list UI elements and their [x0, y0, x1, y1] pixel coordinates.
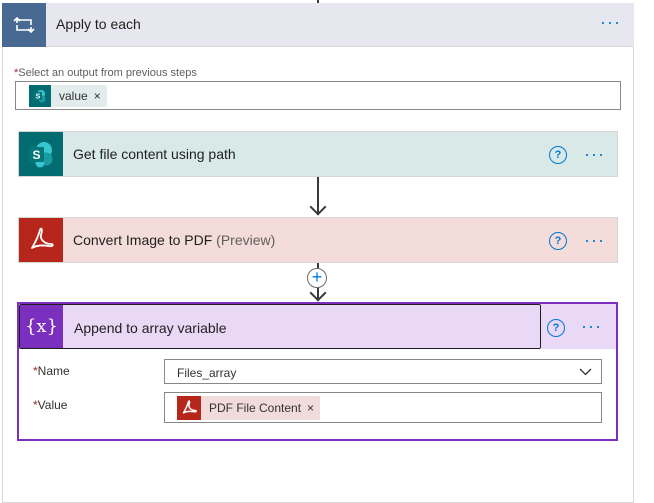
- convert-more-menu-button[interactable]: ···: [584, 231, 605, 249]
- adobe-acrobat-icon: [19, 218, 63, 262]
- append-more-menu-button[interactable]: ···: [581, 317, 602, 335]
- get-file-content-title: Get file content using path: [73, 146, 236, 162]
- preview-label: (Preview): [216, 232, 276, 248]
- svg-text:S: S: [32, 148, 40, 162]
- apply-to-each-title: Apply to each: [56, 16, 141, 32]
- convert-image-title: Convert Image to PDF (Preview): [73, 232, 275, 248]
- value-token-label: value: [59, 89, 88, 103]
- output-field-label-text: Select an output from previous steps: [18, 67, 197, 79]
- convert-image-to-pdf-card[interactable]: Convert Image to PDF (Preview) ? ···: [18, 217, 618, 263]
- value-field-label-text: Value: [37, 398, 68, 412]
- get-file-more-menu-button[interactable]: ···: [584, 145, 605, 163]
- loop-more-menu-button[interactable]: ···: [600, 13, 621, 31]
- append-to-array-title: Append to array variable: [74, 320, 227, 336]
- adobe-acrobat-icon: [177, 396, 201, 420]
- pdf-file-content-token-label: PDF File Content: [209, 401, 302, 415]
- help-icon[interactable]: ?: [547, 319, 565, 337]
- loop-icon: [2, 3, 46, 47]
- remove-token-button[interactable]: ×: [94, 89, 107, 103]
- value-field-label: *Value: [33, 398, 67, 412]
- chevron-down-icon: [579, 365, 592, 381]
- help-icon[interactable]: ?: [549, 146, 567, 164]
- help-icon[interactable]: ?: [549, 232, 567, 250]
- remove-token-button[interactable]: ×: [307, 401, 320, 415]
- convert-image-title-text: Convert Image to PDF: [73, 232, 213, 248]
- name-field-label-text: Name: [37, 364, 70, 378]
- variable-name-select[interactable]: Files_array: [164, 359, 602, 384]
- variable-icon: {x}: [20, 305, 63, 348]
- output-field-label: *Select an output from previous steps: [14, 67, 197, 79]
- pdf-file-content-token[interactable]: PDF File Content ×: [177, 396, 321, 420]
- sharepoint-icon: S: [19, 132, 63, 176]
- get-file-content-title-text: Get file content using path: [73, 146, 236, 162]
- name-field-label: *Name: [33, 364, 70, 378]
- get-file-content-card[interactable]: S Get file content using path ? ···: [18, 131, 618, 177]
- value-token[interactable]: S value ×: [29, 85, 107, 107]
- svg-text:S: S: [36, 94, 41, 101]
- value-input-field[interactable]: PDF File Content ×: [164, 392, 602, 423]
- sharepoint-icon: S: [29, 85, 51, 107]
- output-selector-field[interactable]: S value ×: [15, 81, 621, 110]
- variable-name-value: Files_array: [177, 366, 237, 380]
